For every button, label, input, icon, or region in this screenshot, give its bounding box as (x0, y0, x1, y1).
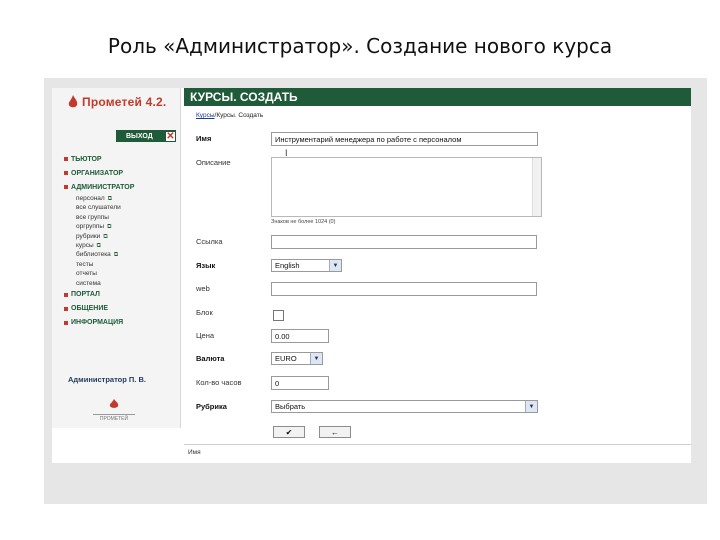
flame-icon (109, 399, 119, 408)
submenu-item[interactable]: отчеты (76, 269, 176, 278)
currency-select[interactable]: EURO ▼ (271, 352, 323, 365)
bullet-icon (64, 171, 68, 175)
submenu-item[interactable]: все слушатели (76, 203, 176, 212)
link-input[interactable] (271, 235, 537, 249)
breadcrumb-current: /Курсы. Создать (214, 112, 264, 119)
small-logo: ПРОМЕТЕЙ (93, 396, 135, 422)
language-value: English (275, 261, 300, 270)
submenu-item[interactable]: тесты (76, 260, 176, 269)
block-checkbox[interactable] (273, 310, 284, 321)
bullet-icon (64, 185, 68, 189)
current-user-name: Администратор П. В. (68, 375, 146, 384)
window-icon: ⧉ (113, 252, 119, 259)
flame-icon (68, 95, 78, 108)
description-textarea[interactable] (271, 157, 542, 217)
bullet-icon (64, 292, 68, 297)
submenu-item[interactable]: оргруппы ⧉ (76, 222, 176, 231)
exit-bar[interactable]: ВЫХОД ✕ (116, 130, 176, 142)
block-label: Блок (196, 308, 213, 317)
hours-label: Кол-во часов (196, 378, 242, 387)
admin-submenu: персонал ⧉ все слушатели все группы оргру… (76, 194, 176, 288)
window-icon: ⧉ (107, 196, 112, 202)
description-hint: Знаков не более 1024 (0) (271, 219, 336, 225)
web-label: web (196, 284, 210, 293)
language-select[interactable]: English ▼ (271, 259, 342, 272)
bullet-icon (64, 306, 68, 311)
menu-item-organizer[interactable]: ОРГАНИЗАТОР (64, 166, 176, 180)
small-logo-text: ПРОМЕТЕЙ (93, 414, 135, 422)
bullet-icon (64, 320, 68, 325)
currency-value: EURO (275, 354, 297, 363)
exit-button[interactable]: ВЫХОД (126, 133, 153, 140)
rubric-value: Выбрать (275, 402, 306, 411)
window-icon: ⧉ (96, 242, 101, 249)
price-label: Цена (196, 331, 215, 340)
submenu-item[interactable]: курсы ⧉ (76, 241, 176, 250)
scrollbar[interactable] (532, 158, 541, 216)
price-input[interactable]: 0.00 (271, 329, 329, 343)
menu-label: ОРГАНИЗАТОР (71, 169, 124, 177)
app-window: Прометей 4.2. ВЫХОД ✕ ТЬЮТОР ОРГАНИЗАТОР… (52, 88, 691, 463)
menu-item-administrator[interactable]: АДМИНИСТРАТОР (64, 180, 176, 194)
logo-text: Прометей 4.2. (82, 95, 167, 109)
logo: Прометей 4.2. (68, 95, 166, 109)
checkmark-icon: ✔ (285, 427, 293, 437)
divider (184, 444, 691, 445)
page-title: КУРСЫ. СОЗДАТЬ (190, 90, 298, 104)
submit-button[interactable]: ✔ (273, 426, 305, 438)
back-button[interactable]: ← (319, 426, 351, 438)
dropdown-arrow-icon[interactable]: ▼ (329, 260, 341, 271)
nav-menu: ТЬЮТОР ОРГАНИЗАТОР АДМИНИСТРАТОР персона… (64, 152, 176, 330)
dropdown-arrow-icon[interactable]: ▼ (310, 353, 322, 364)
dropdown-arrow-icon[interactable]: ▼ (525, 401, 537, 412)
rubric-select[interactable]: Выбрать ▼ (271, 400, 538, 413)
name-input[interactable]: Инструментарий менеджера по работе с пер… (271, 132, 538, 146)
description-label: Описание (196, 158, 231, 167)
submenu-item[interactable]: рубрики ⧉ (76, 232, 176, 241)
menu-label: ТЬЮТОР (71, 155, 102, 163)
menu-label: ОБЩЕНИЕ (71, 305, 109, 313)
menu-item-communication[interactable]: ОБЩЕНИЕ (64, 302, 176, 316)
submenu-item[interactable]: библиотека ⧉ (76, 250, 176, 259)
window-icon: ⧉ (103, 233, 108, 240)
menu-item-portal[interactable]: ПОРТАЛ (64, 288, 176, 302)
submenu-item[interactable]: все группы (76, 213, 176, 222)
language-label: Язык (196, 261, 216, 270)
sidebar: Прометей 4.2. ВЫХОД ✕ ТЬЮТОР ОРГАНИЗАТОР… (52, 88, 181, 428)
menu-item-information[interactable]: ИНФОРМАЦИЯ (64, 316, 176, 330)
link-label: Ссылка (196, 237, 223, 246)
menu-label: ПОРТАЛ (71, 291, 100, 299)
breadcrumb-link-courses[interactable]: Курсы (196, 112, 215, 119)
web-input[interactable] (271, 282, 537, 296)
menu-item-tutor[interactable]: ТЬЮТОР (64, 152, 176, 166)
close-icon[interactable]: ✕ (166, 131, 175, 142)
window-icon: ⧉ (107, 224, 112, 231)
menu-label: АДМИНИСТРАТОР (71, 183, 135, 191)
slide-title: Роль «Администратор». Создание нового ку… (107, 34, 613, 58)
hours-input[interactable]: 0 (271, 376, 329, 390)
rubric-label: Рубрика (196, 402, 227, 411)
breadcrumb: Курсы/Курсы. Создать (196, 112, 263, 119)
submenu-item[interactable]: система (76, 279, 176, 288)
status-text: Имя (188, 449, 201, 456)
submenu-item[interactable]: персонал ⧉ (76, 194, 176, 203)
bullet-icon (64, 157, 68, 161)
main-panel: КУРСЫ. СОЗДАТЬ Курсы/Курсы. Создать Имя … (184, 88, 691, 463)
name-label: Имя (196, 134, 212, 143)
back-arrow-icon: ← (331, 427, 339, 437)
currency-label: Валюта (196, 354, 225, 363)
header-bar: КУРСЫ. СОЗДАТЬ (184, 88, 691, 106)
menu-label: ИНФОРМАЦИЯ (71, 319, 124, 327)
